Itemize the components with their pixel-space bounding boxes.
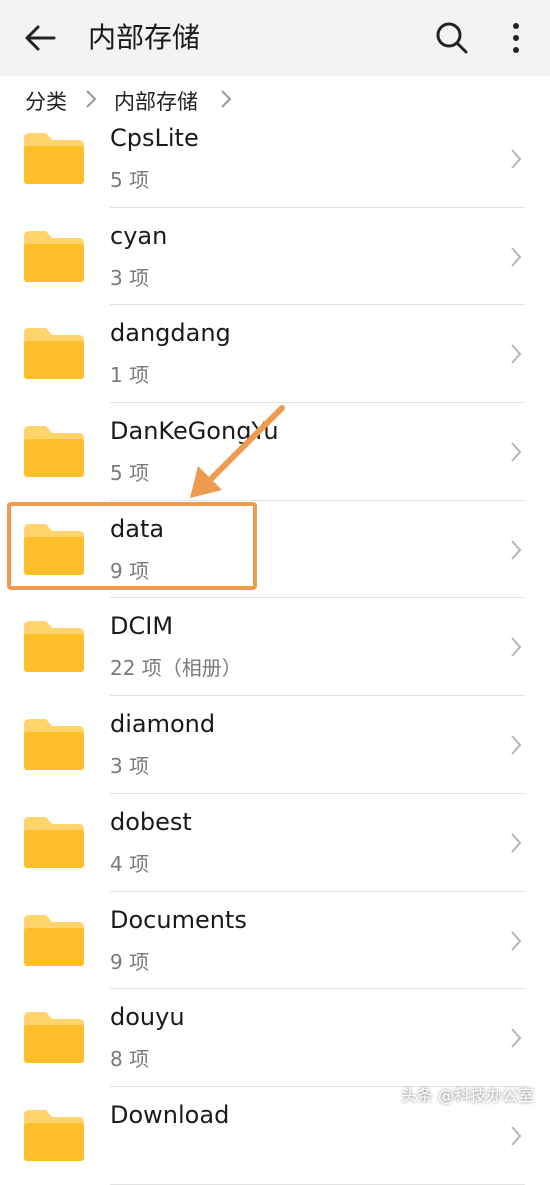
chevron-right-icon <box>511 1126 522 1146</box>
folder-name: CpsLite <box>110 124 199 152</box>
folder-name: diamond <box>110 710 216 739</box>
chevron-right-icon <box>511 1028 522 1048</box>
folder-row[interactable]: dobest 4 项 <box>0 794 550 892</box>
chevron-right-icon <box>221 90 232 108</box>
folder-row[interactable]: dangdang 1 项 <box>0 305 550 404</box>
folder-item-count: 5 项 <box>110 168 150 192</box>
folder-icon <box>24 426 84 478</box>
folder-row[interactable]: diamond 3 项 <box>0 696 550 794</box>
folder-icon <box>24 914 84 966</box>
folder-icon <box>24 328 84 380</box>
back-arrow-icon[interactable] <box>20 18 60 58</box>
app-bar: 内部存储 <box>0 0 550 76</box>
folder-item-count: 5 项 <box>110 461 150 486</box>
folder-icon <box>24 1012 84 1064</box>
folder-item-count: 4 项 <box>110 851 150 876</box>
folder-item-count: 9 项 <box>110 949 150 974</box>
folder-icon <box>24 230 84 282</box>
search-icon[interactable] <box>432 18 472 58</box>
chevron-right-icon <box>511 247 522 267</box>
folder-row[interactable]: Documents 9 项 <box>0 892 550 990</box>
chevron-right-icon <box>511 930 522 951</box>
watermark: 头条 @科技办公室 <box>400 1086 534 1105</box>
chevron-right-icon <box>86 90 97 108</box>
folder-name: Documents <box>110 905 247 934</box>
chevron-right-icon <box>511 735 522 755</box>
folder-icon <box>24 719 84 771</box>
highlight-box <box>7 502 257 590</box>
folder-icon <box>24 621 84 673</box>
folder-name: douyu <box>110 1003 185 1032</box>
divider <box>110 1183 525 1185</box>
folder-row[interactable]: cyan 3 项 <box>0 208 550 306</box>
folder-name: Download <box>110 1100 230 1129</box>
folder-name: DCIM <box>110 612 174 641</box>
chevron-right-icon <box>511 344 522 365</box>
chevron-right-icon <box>511 637 522 658</box>
chevron-right-icon <box>511 833 522 853</box>
folder-list: CpsLite 5 项 cyan 3 项 dangdang 1 项 DanKeGongYu 5… <box>0 110 550 1185</box>
folder-icon <box>24 816 84 868</box>
folder-name: cyan <box>110 221 168 250</box>
folder-row[interactable]: DCIM 22 项（相册） <box>0 598 550 697</box>
folder-item-count: 3 项 <box>110 265 150 290</box>
chevron-right-icon <box>511 442 522 462</box>
folder-row[interactable]: douyu 8 项 <box>0 989 550 1087</box>
chevron-right-icon <box>511 540 522 560</box>
folder-row[interactable]: CpsLite 5 项 <box>0 110 550 208</box>
folder-item-count: 22 项（相册） <box>110 656 242 681</box>
page-title: 内部存储 <box>88 21 201 54</box>
folder-name: dangdang <box>110 319 231 348</box>
folder-name: dobest <box>110 807 192 836</box>
chevron-right-icon <box>511 149 522 169</box>
folder-icon <box>24 133 84 184</box>
folder-item-count: 1 项 <box>110 363 150 388</box>
annotation-arrow-icon <box>190 405 285 498</box>
folder-icon <box>24 1109 84 1161</box>
folder-item-count: 3 项 <box>110 754 150 779</box>
more-vertical-icon[interactable] <box>500 18 532 58</box>
folder-item-count: 8 项 <box>110 1047 150 1072</box>
